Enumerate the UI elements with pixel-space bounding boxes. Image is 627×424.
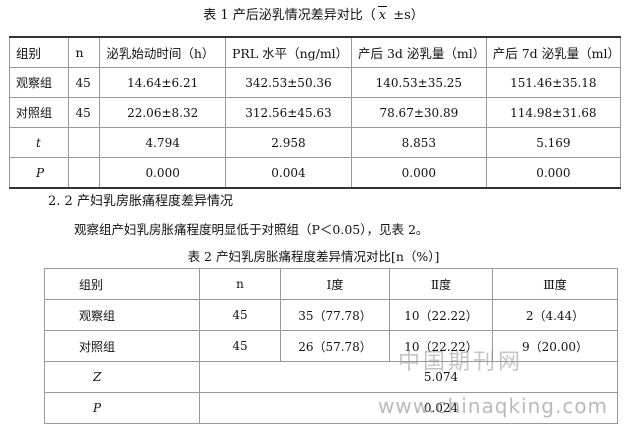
table1-cell: t [8,127,70,158]
table1-cell: 5.169 [485,127,622,158]
table1-cell: 0.000 [350,157,487,189]
table2-cell [280,361,390,393]
table1-cell: 312.56±45.63 [224,97,352,128]
table1-header-cell: PRL 水平（ng/ml） [224,36,352,68]
table1-header-cell: n [68,36,101,68]
table2-header-cell: Ⅲ度 [492,268,618,300]
table-row: Z 5.074 [44,361,618,393]
table2-cell [199,392,281,424]
table2-cell: P [44,392,200,424]
table2-cell [280,392,390,424]
x-bar-symbol: x [376,6,389,23]
table1-cell: 151.46±35.18 [485,67,622,98]
table1-cell: 114.98±31.68 [485,97,622,128]
table1-cell: 342.53±50.36 [224,67,352,98]
table2-cell: 26（57.78） [280,330,390,362]
table1-cell [68,127,101,158]
table2-caption: 表 2 产妇乳房胀痛程度差异情况对比[n（%）] [187,249,440,264]
table1-cell: 0.004 [224,157,352,189]
table2-header-cell: Ⅰ度 [280,268,390,300]
table1-header-cell: 泌乳始动时间（h） [99,36,226,68]
table1-header-row: 组别 n 泌乳始动时间（h） PRL 水平（ng/ml） 产后 3d 泌乳量（m… [8,36,622,68]
table2-header-cell: 组别 [44,268,200,300]
table2-cell: 观察组 [44,299,200,331]
table-row: 对照组 45 22.06±8.32 312.56±45.63 78.67±30.… [8,97,622,128]
table-row: 观察组 45 35（77.78） 10（22.22） 2（4.44） [44,299,618,331]
table2-header-row: 组别 n Ⅰ度 Ⅱ度 Ⅲ度 [44,268,618,300]
table2-cell: 2（4.44） [492,299,618,331]
table1-cell [68,157,101,189]
table2-cell: 35（77.78） [280,299,390,331]
table1-cell: 14.64±6.21 [99,67,226,98]
table2-cell: 45 [199,330,281,362]
table2-header-cell: n [199,268,281,300]
table1-cell: 45 [68,97,101,128]
table-row: 对照组 45 26（57.78） 10（22.22） 9（20.00） [44,330,618,362]
body-paragraph: 观察组产妇乳房胀痛程度明显低于对照组（P＜0.05），见表 2。 [74,222,429,237]
table-row: 观察组 45 14.64±6.21 342.53±50.36 140.53±35… [8,67,622,98]
table1-caption: 表 1 产后泌乳情况差异对比（ x ±s） [203,6,424,23]
table-row: P 0.000 0.004 0.000 0.000 [8,157,622,189]
table1: 组别 n 泌乳始动时间（h） PRL 水平（ng/ml） 产后 3d 泌乳量（m… [8,36,622,189]
table1-cell: 对照组 [8,97,70,128]
section-heading: 2. 2 产妇乳房胀痛程度差异情况 [48,194,233,209]
table1-header-cell: 产后 3d 泌乳量（ml） [350,36,487,68]
table1-cell: 观察组 [8,67,70,98]
table1-cell: 45 [68,67,101,98]
table2-cell: 45 [199,299,281,331]
table2-cell: 对照组 [44,330,200,362]
table2-cell: 10（22.22） [389,299,493,331]
table1-cell: 78.67±30.89 [350,97,487,128]
table1-cell: 4.794 [99,127,226,158]
watermark-cn: 中国期刊网 [398,350,524,375]
table-row: t 4.794 2.958 8.853 5.169 [8,127,622,158]
table1-cell: 8.853 [350,127,487,158]
table1-cell: 140.53±35.25 [350,67,487,98]
table1-cell: 22.06±8.32 [99,97,226,128]
table1-cell: 2.958 [224,127,352,158]
table1-header-cell: 组别 [8,36,70,68]
table1-cell: 0.000 [99,157,226,189]
table1-cell: 0.000 [485,157,622,189]
table2-cell: Z [44,361,200,393]
table1-cell: P [8,157,70,189]
watermark-url: www.chinaqking.com [378,394,609,418]
table2-cell [199,361,281,393]
table1-header-cell: 产后 7d 泌乳量（ml） [485,36,622,68]
table2-header-cell: Ⅱ度 [389,268,493,300]
